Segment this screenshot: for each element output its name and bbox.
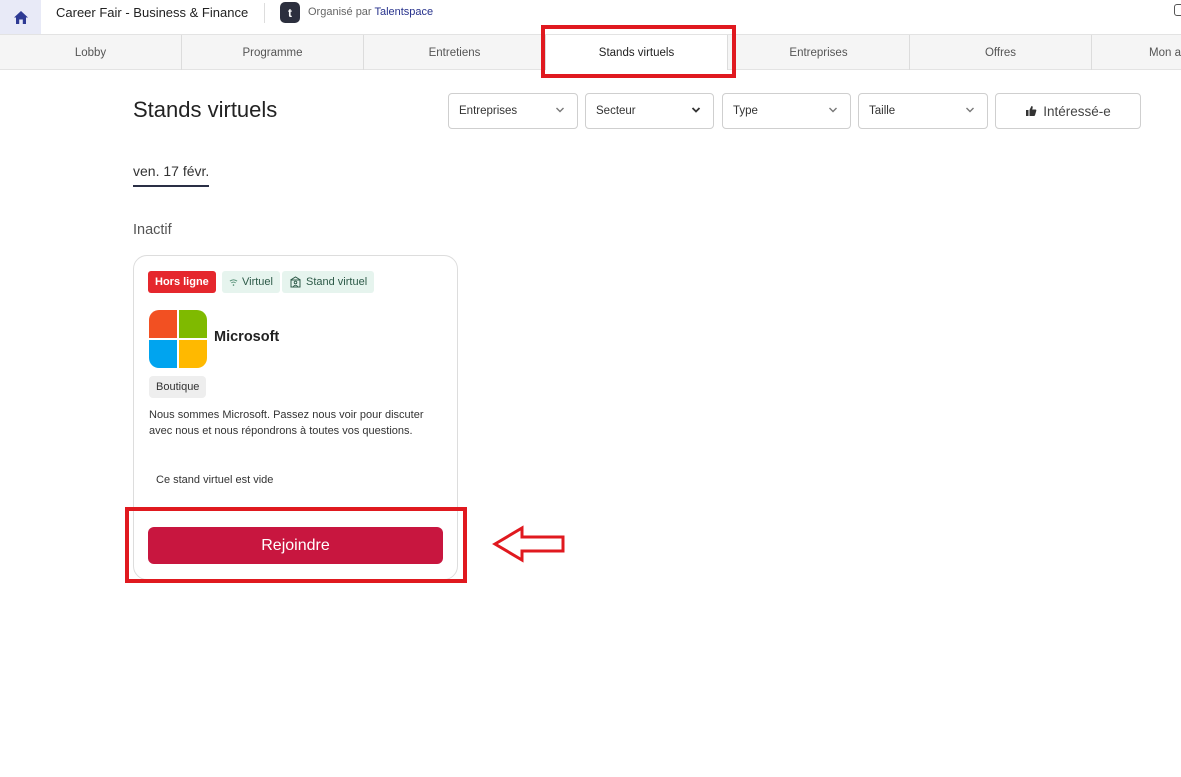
event-title: Career Fair - Business & Finance — [56, 5, 249, 20]
organizer-logo: t — [280, 2, 300, 23]
empty-stand-note: Ce stand virtuel est vide — [156, 474, 274, 486]
tab-entretiens[interactable]: Entretiens — [364, 35, 546, 70]
stand-type-label: Stand virtuel — [306, 276, 368, 288]
company-description: Nous sommes Microsoft. Passez nous voir … — [149, 409, 424, 437]
chevron-down-icon — [556, 107, 564, 113]
interested-button[interactable]: Intéressé-e — [995, 93, 1141, 129]
filter-sector[interactable]: Secteur — [585, 93, 714, 129]
organizer-prefix: Organisé par — [308, 6, 372, 18]
tab-mon-agenda[interactable]: Mon a — [1092, 35, 1181, 70]
stand-icon — [290, 276, 301, 288]
company-name[interactable]: Microsoft — [214, 329, 279, 345]
chevron-down-icon — [966, 107, 974, 113]
section-label: Inactif — [133, 222, 172, 238]
home-button[interactable] — [0, 0, 41, 34]
organizer-name[interactable]: Talentspace — [374, 6, 433, 18]
filter-companies[interactable]: Entreprises — [448, 93, 578, 129]
tab-lobby[interactable]: Lobby — [0, 35, 182, 70]
virtual-badge: Virtuel — [222, 271, 280, 293]
page-title: Stands virtuels — [133, 97, 278, 122]
tab-stands-virtuels[interactable]: Stands virtuels — [546, 35, 728, 70]
arrow-left-icon — [492, 525, 565, 563]
tab-programme[interactable]: Programme — [182, 35, 364, 70]
status-badge: Hors ligne — [148, 271, 216, 293]
interested-label: Intéressé-e — [1043, 103, 1111, 119]
chat-icon[interactable] — [1174, 4, 1181, 16]
filter-companies-label: Entreprises — [459, 105, 518, 117]
chevron-down-icon — [691, 107, 701, 113]
home-icon — [13, 10, 28, 24]
filter-size[interactable]: Taille — [858, 93, 988, 129]
thumbs-up-icon — [1026, 106, 1037, 116]
top-bar: Career Fair - Business & Finance t Organ… — [0, 0, 1181, 34]
filter-type-label: Type — [733, 105, 758, 117]
stand-type-badge: Stand virtuel — [282, 271, 375, 293]
main-nav-tabs: Lobby Programme Entretiens Stands virtue… — [0, 34, 1181, 70]
filter-type[interactable]: Type — [722, 93, 851, 129]
category-tag: Boutique — [149, 376, 207, 398]
stand-card: Hors ligne Virtuel Stand virtuel Microso… — [133, 255, 458, 580]
tab-offres[interactable]: Offres — [910, 35, 1092, 70]
filter-size-label: Taille — [869, 105, 896, 117]
tab-entreprises[interactable]: Entreprises — [728, 35, 910, 70]
filter-sector-label: Secteur — [596, 105, 636, 117]
organizer-info: Organisé par Talentspace — [308, 6, 433, 18]
microsoft-logo — [149, 310, 207, 368]
chevron-down-icon — [829, 107, 837, 113]
join-button[interactable]: Rejoindre — [148, 527, 443, 564]
date-tab[interactable]: ven. 17 févr. — [133, 163, 210, 187]
virtual-badge-label: Virtuel — [242, 276, 273, 288]
wifi-icon — [229, 278, 238, 286]
header-divider — [264, 3, 265, 23]
